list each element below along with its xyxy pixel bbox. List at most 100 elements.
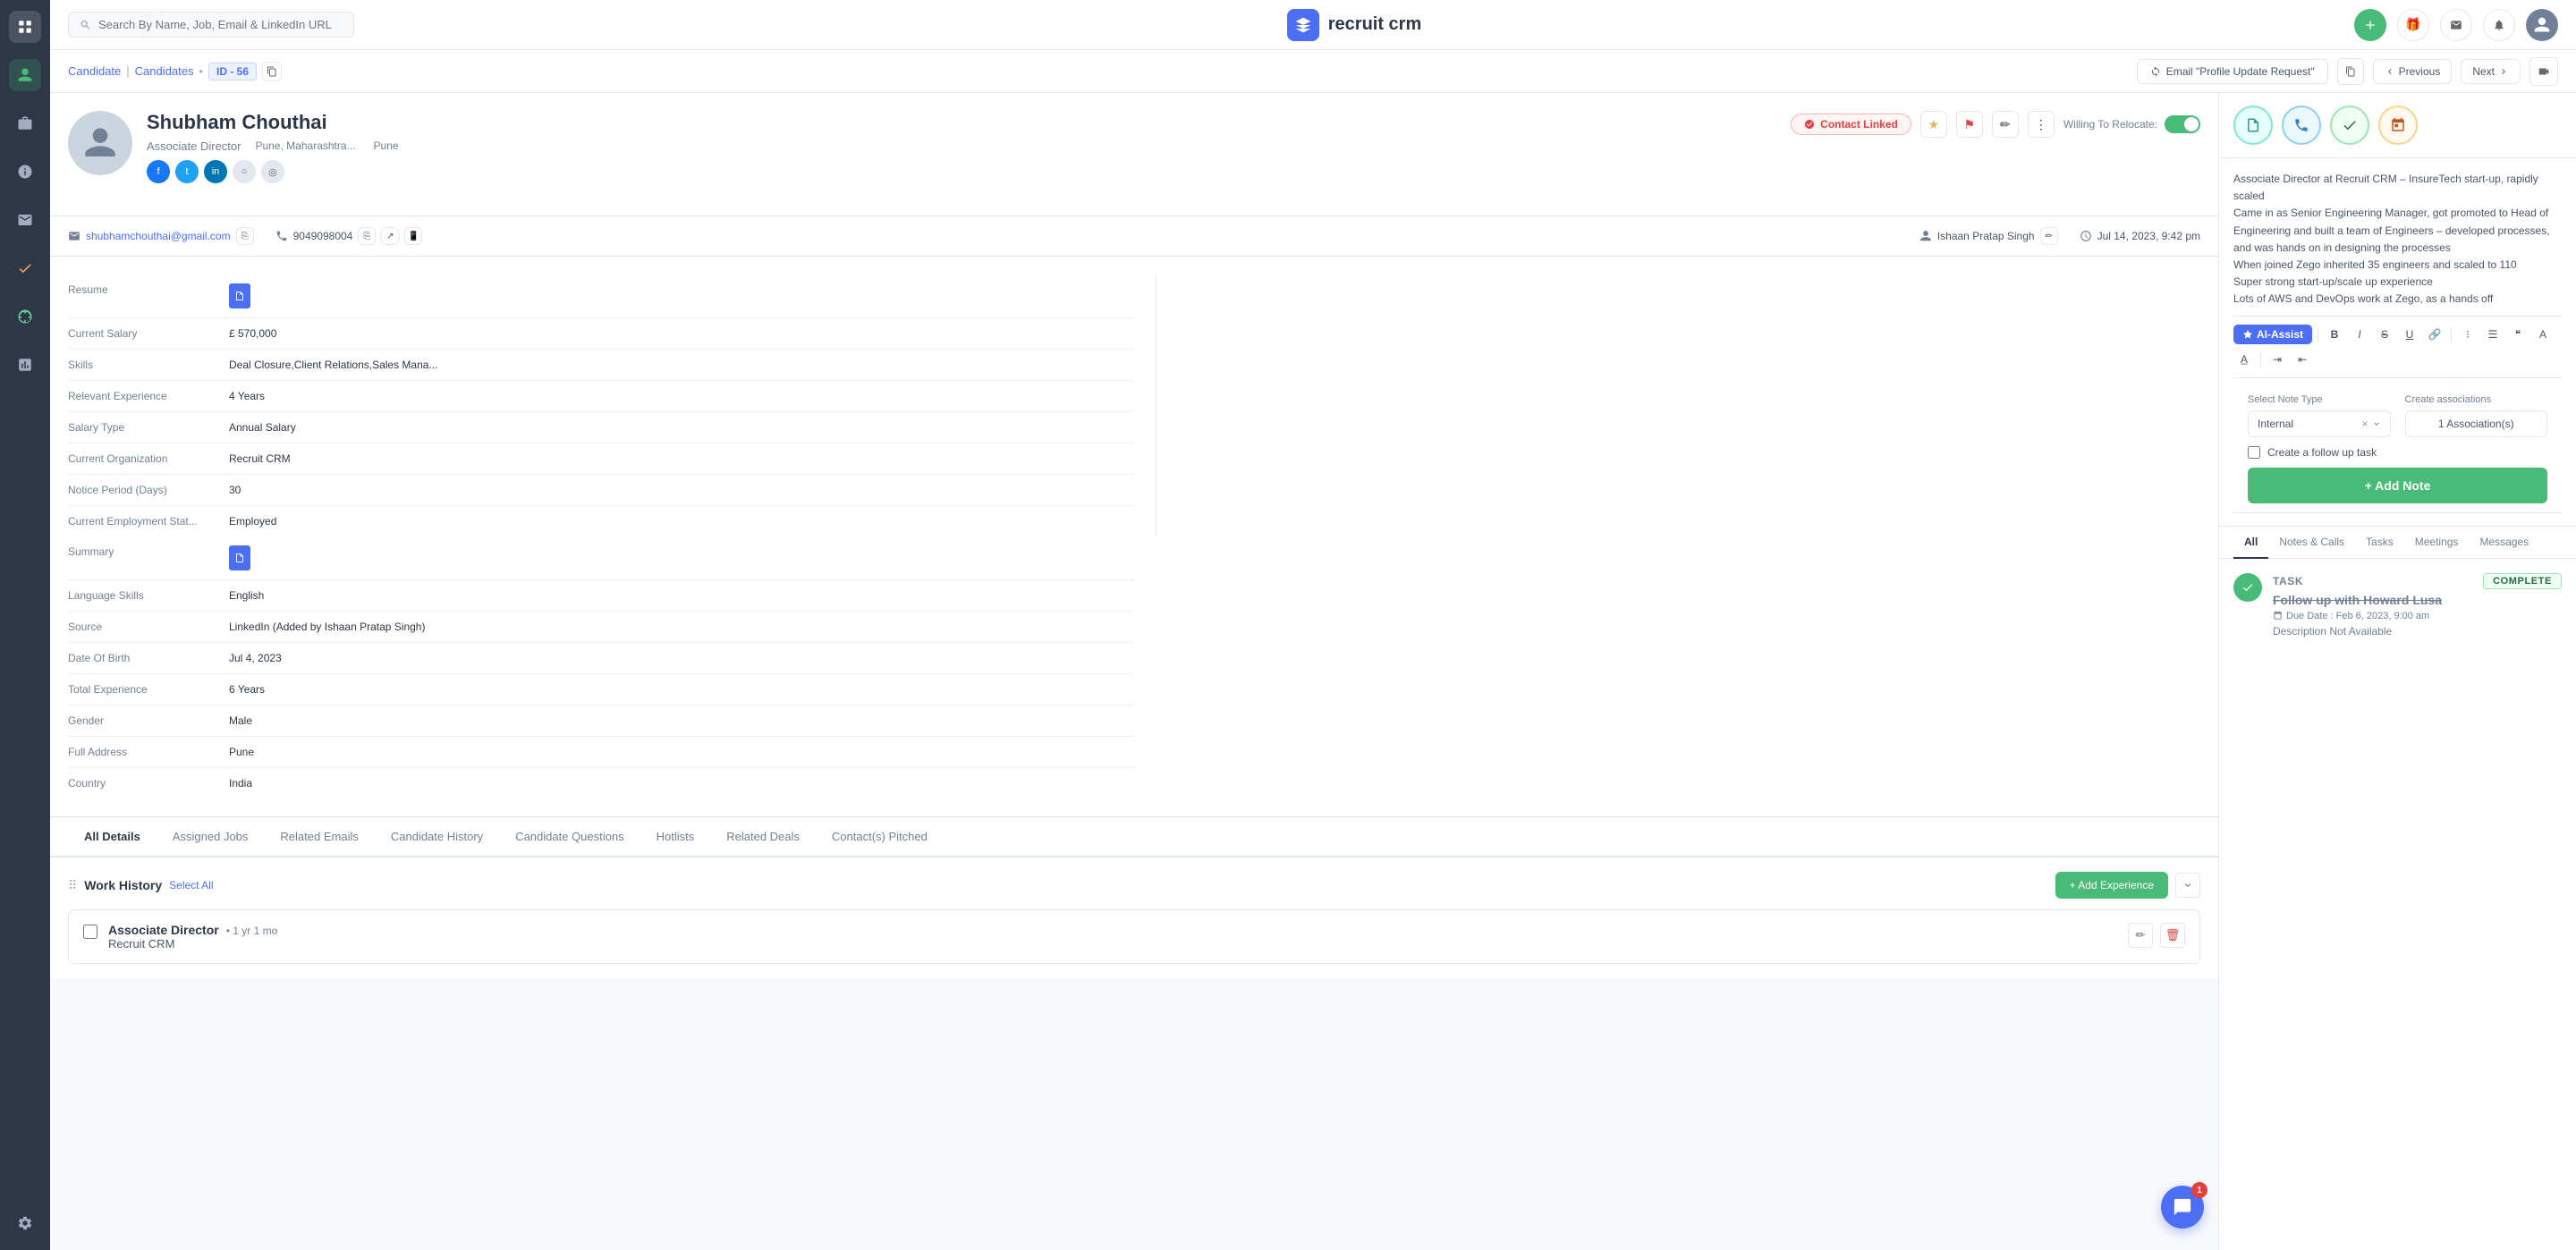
indent-btn[interactable]: ⇥ bbox=[2267, 349, 2288, 370]
star-btn[interactable]: ★ bbox=[1920, 111, 1947, 138]
phone-number: 9049098004 bbox=[293, 230, 353, 242]
note-type-clear[interactable]: × bbox=[2361, 418, 2368, 430]
search-box[interactable] bbox=[68, 12, 354, 38]
tab-contacts-pitched[interactable]: Contact(s) Pitched bbox=[816, 817, 944, 857]
note-content[interactable]: Associate Director at Recruit CRM – Insu… bbox=[2233, 171, 2562, 308]
twitter-icon[interactable]: t bbox=[175, 160, 199, 183]
add-experience-btn[interactable]: + Add Experience bbox=[2055, 872, 2168, 899]
copy-email-btn[interactable] bbox=[2337, 58, 2364, 85]
sidebar-icon-reports[interactable] bbox=[9, 349, 41, 381]
call-action-btn[interactable] bbox=[2282, 106, 2321, 145]
activity-tab-meetings[interactable]: Meetings bbox=[2404, 527, 2470, 559]
summary-file-icon[interactable] bbox=[229, 545, 250, 570]
sidebar-icon-deals[interactable] bbox=[9, 156, 41, 188]
tab-all-details[interactable]: All Details bbox=[68, 817, 157, 857]
follow-up-checkbox[interactable] bbox=[2248, 446, 2260, 459]
detail-row: CountryIndia bbox=[68, 768, 1134, 798]
associations-btn[interactable]: 1 Association(s) bbox=[2405, 410, 2548, 437]
tab-candidate-questions[interactable]: Candidate Questions bbox=[499, 817, 640, 857]
ordered-list-btn[interactable]: ⁝ bbox=[2457, 324, 2479, 345]
collapse-btn[interactable] bbox=[2175, 873, 2200, 898]
user-avatar[interactable] bbox=[2526, 9, 2558, 41]
email-profile-btn[interactable]: Email "Profile Update Request" bbox=[2137, 59, 2328, 84]
edit-owner-btn[interactable]: ✏ bbox=[2040, 227, 2058, 245]
work-item-checkbox[interactable] bbox=[83, 925, 97, 939]
task-action-btn[interactable] bbox=[2330, 106, 2369, 145]
note-type-select[interactable]: Internal × bbox=[2248, 410, 2391, 437]
whatsapp-icon[interactable]: 📱 bbox=[404, 227, 422, 245]
left-sidebar bbox=[0, 0, 50, 1250]
copy-id-btn[interactable] bbox=[262, 62, 282, 81]
chat-bubble[interactable]: 1 bbox=[2161, 1186, 2204, 1229]
activity-tab-notes-calls[interactable]: Notes & Calls bbox=[2268, 527, 2355, 559]
gift-button[interactable]: 🎁 bbox=[2397, 9, 2429, 41]
relocate-area: Willing To Relocate: bbox=[2063, 115, 2200, 133]
blockquote-btn[interactable]: ❝ bbox=[2507, 324, 2529, 345]
sidebar-icon-tasks[interactable] bbox=[9, 252, 41, 284]
mail-button[interactable] bbox=[2440, 9, 2472, 41]
tab-hotlists[interactable]: Hotlists bbox=[640, 817, 711, 857]
video-btn[interactable] bbox=[2529, 57, 2558, 86]
underline-btn[interactable]: U bbox=[2399, 324, 2420, 345]
add-button[interactable] bbox=[2354, 9, 2386, 41]
link-btn[interactable]: 🔗 bbox=[2424, 324, 2445, 345]
complete-badge: Complete bbox=[2483, 573, 2562, 589]
tab-candidate-history[interactable]: Candidate History bbox=[375, 817, 499, 857]
breadcrumb-section[interactable]: Candidates bbox=[135, 64, 194, 78]
previous-btn[interactable]: Previous bbox=[2373, 59, 2453, 84]
work-company: Recruit CRM bbox=[108, 937, 2117, 950]
text-bg-btn[interactable]: A̲ bbox=[2233, 349, 2255, 370]
sidebar-icon-currency[interactable] bbox=[9, 300, 41, 333]
tab-related-emails[interactable]: Related Emails bbox=[264, 817, 374, 857]
flag-btn[interactable]: ⚑ bbox=[1956, 111, 1983, 138]
select-all-btn[interactable]: Select All bbox=[169, 879, 213, 891]
work-duration: • 1 yr 1 mo bbox=[226, 925, 278, 937]
strikethrough-btn[interactable]: S bbox=[2374, 324, 2395, 345]
email-link[interactable]: shubhamchouthai@gmail.com bbox=[86, 230, 231, 242]
italic-btn[interactable]: I bbox=[2349, 324, 2370, 345]
edit-btn[interactable]: ✏ bbox=[1992, 111, 2019, 138]
text-color-btn[interactable]: A bbox=[2532, 324, 2554, 345]
breadcrumb-parent[interactable]: Candidate bbox=[68, 64, 121, 78]
bold-btn[interactable]: B bbox=[2324, 324, 2345, 345]
activity-type: TASK bbox=[2273, 575, 2303, 587]
resume-file-icon[interactable] bbox=[229, 283, 250, 308]
ai-assist-btn[interactable]: AI-Assist bbox=[2233, 325, 2312, 344]
facebook-icon[interactable]: f bbox=[147, 160, 170, 183]
work-edit-btn[interactable]: ✏ bbox=[2128, 923, 2153, 948]
social-generic-1[interactable]: ○ bbox=[233, 160, 256, 183]
copy-email-icon[interactable]: ⎘ bbox=[236, 227, 254, 245]
unordered-list-btn[interactable]: ☰ bbox=[2482, 324, 2504, 345]
email-item: shubhamchouthai@gmail.com ⎘ bbox=[68, 227, 254, 245]
activity-tab-all[interactable]: All bbox=[2233, 527, 2268, 559]
sidebar-icon-settings[interactable] bbox=[9, 1207, 41, 1239]
work-delete-btn[interactable]: 🗑 bbox=[2160, 923, 2185, 948]
sidebar-icon-email[interactable] bbox=[9, 204, 41, 236]
note-action-btn[interactable] bbox=[2233, 106, 2273, 145]
copy-phone-icon[interactable]: ⎘ bbox=[358, 227, 376, 245]
search-input[interactable] bbox=[98, 18, 343, 31]
next-btn[interactable]: Next bbox=[2461, 59, 2521, 84]
calendar-action-btn[interactable] bbox=[2378, 106, 2418, 145]
sidebar-icon-jobs[interactable] bbox=[9, 107, 41, 139]
phone-action-1[interactable]: ↗ bbox=[381, 227, 399, 245]
linkedin-icon[interactable]: in bbox=[204, 160, 227, 183]
relocate-toggle[interactable] bbox=[2165, 115, 2200, 133]
tab-related-deals[interactable]: Related Deals bbox=[710, 817, 816, 857]
activity-tab-messages[interactable]: Messages bbox=[2469, 527, 2539, 559]
logo-area: recruit crm bbox=[1287, 9, 1422, 41]
contact-linked-badge[interactable]: Contact Linked bbox=[1791, 114, 1911, 135]
add-note-btn[interactable]: + Add Note bbox=[2248, 468, 2547, 503]
right-sidebar-top bbox=[2219, 93, 2576, 158]
sidebar-icon-dashboard[interactable] bbox=[9, 11, 41, 43]
social-generic-2[interactable]: ◎ bbox=[261, 160, 284, 183]
tab-assigned-jobs[interactable]: Assigned Jobs bbox=[157, 817, 265, 857]
more-btn[interactable]: ⋮ bbox=[2028, 111, 2055, 138]
notification-button[interactable] bbox=[2483, 9, 2515, 41]
activity-tab-tasks[interactable]: Tasks bbox=[2355, 527, 2404, 559]
sidebar-icon-contacts[interactable] bbox=[9, 59, 41, 91]
activity-tabs: AllNotes & CallsTasksMeetingsMessages bbox=[2219, 527, 2576, 559]
id-badge: ID - 56 bbox=[208, 63, 257, 80]
detail-row: Full AddressPune bbox=[68, 737, 1134, 768]
outdent-btn[interactable]: ⇤ bbox=[2292, 349, 2313, 370]
